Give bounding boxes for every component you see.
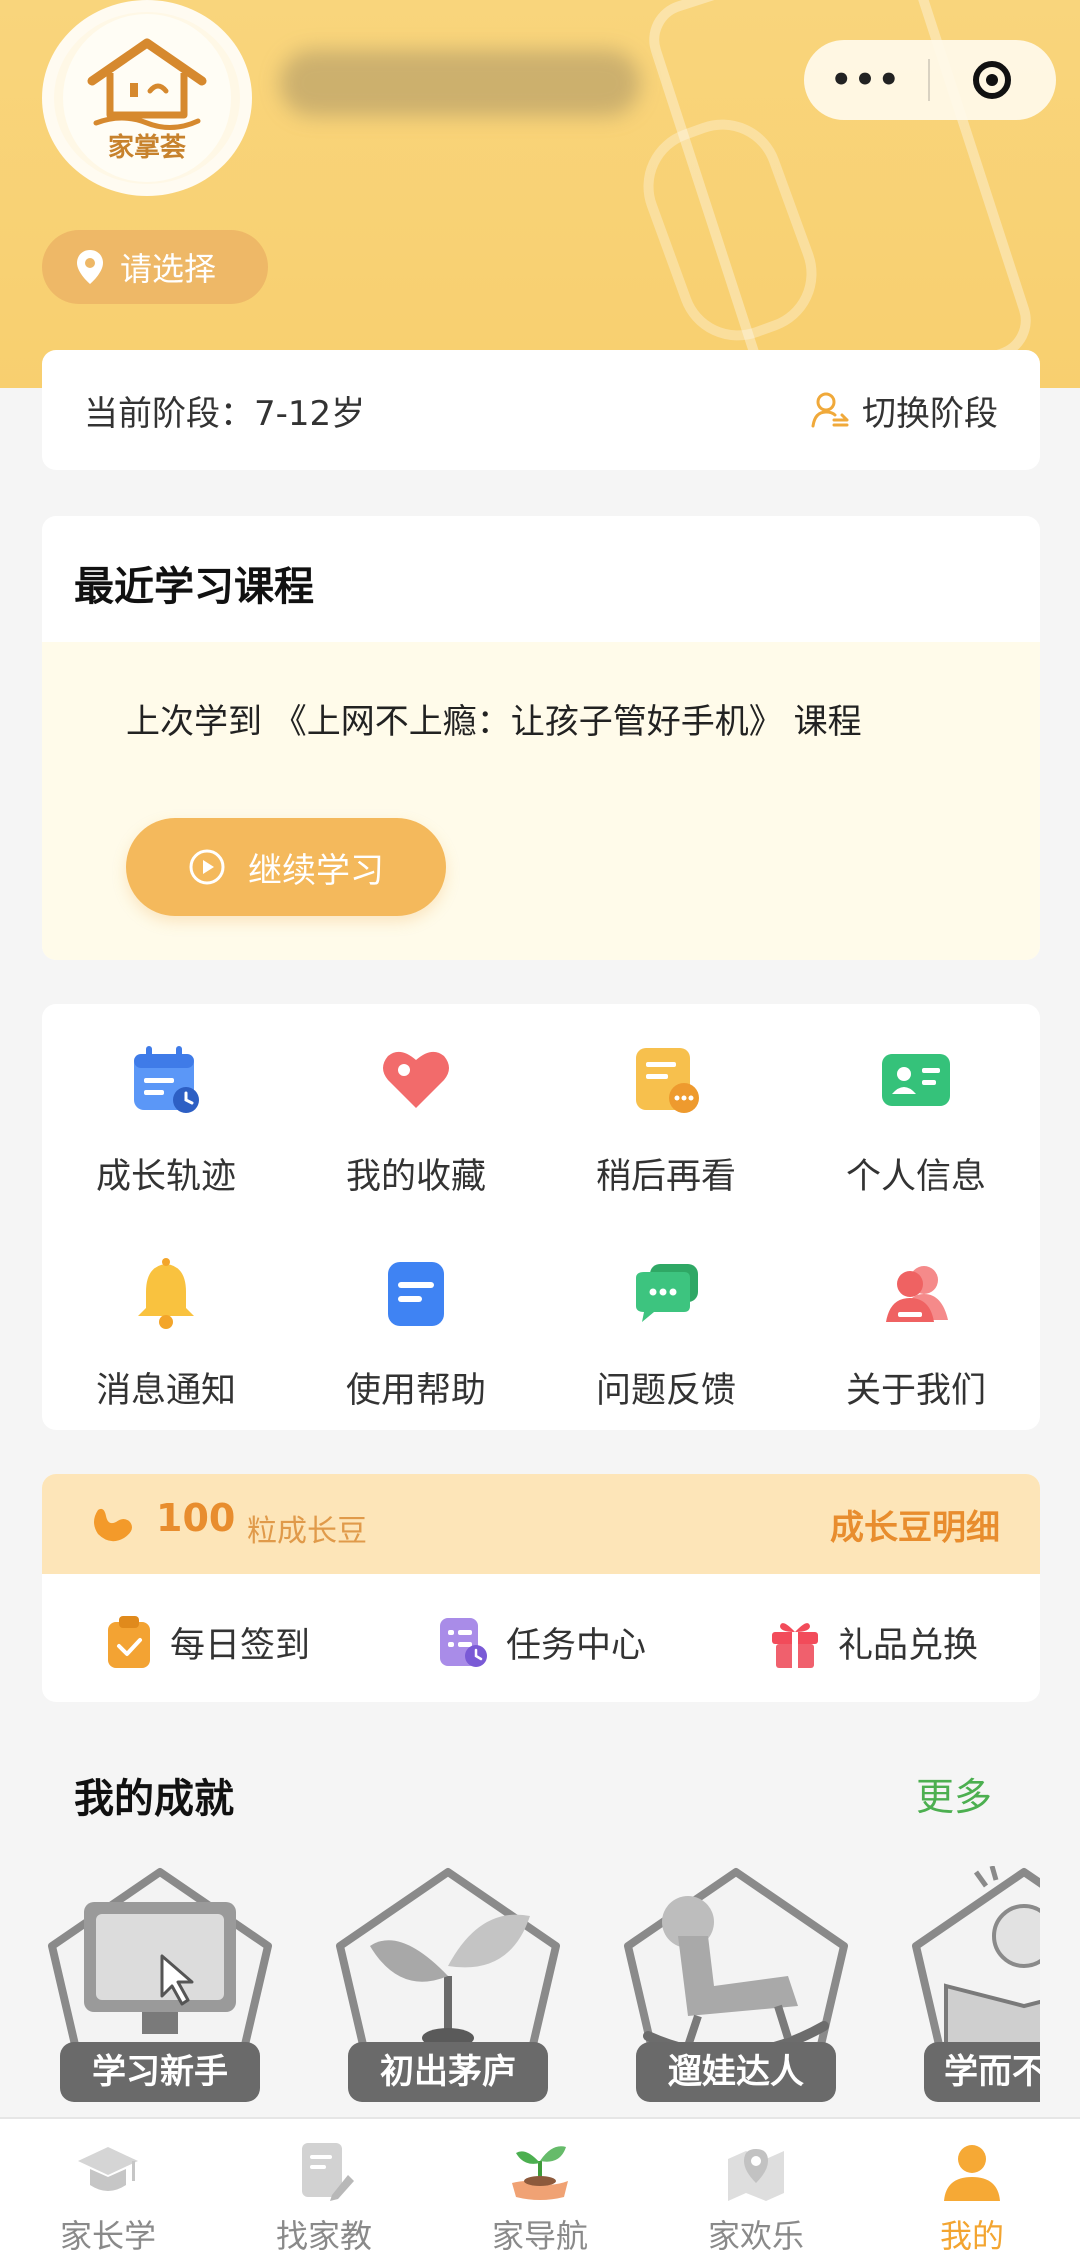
menu-item-feedback[interactable]: 问题反馈: [566, 1254, 766, 1413]
bean-icon: [94, 1508, 132, 1542]
task-list-icon: [440, 1618, 487, 1667]
switch-stage-button[interactable]: 切换阶段: [810, 386, 998, 435]
house-icon: [87, 38, 207, 130]
graduation-cap-icon: [78, 2147, 138, 2191]
growth-beans-detail-link[interactable]: 成长豆明细: [830, 1500, 1000, 1549]
switch-stage-label: 切换阶段: [862, 393, 998, 434]
target-icon: [973, 61, 1011, 99]
tab-mine[interactable]: 我的: [864, 2119, 1080, 2259]
menu-item-personal-info[interactable]: 个人信息: [816, 1040, 1016, 1199]
close-miniprogram-button[interactable]: [930, 61, 1054, 99]
menu-item-label: 问题反馈: [595, 1371, 736, 1411]
achievement-badge[interactable]: 学习新手: [42, 1866, 278, 2106]
recent-course-title: 最近学习课程: [74, 564, 314, 610]
menu-item-label: 我的收藏: [345, 1157, 486, 1197]
location-label: 请选择: [120, 250, 217, 288]
current-stage-text: 当前阶段：7-12岁: [84, 393, 366, 434]
achievement-badge[interactable]: 初出茅庐: [330, 1866, 566, 2106]
tab-home-navigation[interactable]: 家导航: [432, 2119, 648, 2259]
sprout-hand-icon: [512, 2146, 568, 2200]
tab-find-tutor[interactable]: 找家教: [216, 2119, 432, 2259]
clipboard-check-icon: [108, 1616, 150, 1668]
daily-checkin-label: 每日签到: [170, 1625, 311, 1666]
growth-beans-bar: 100 粒成长豆 成长豆明细: [42, 1474, 1040, 1574]
menu-item-about-us[interactable]: 关于我们: [816, 1254, 1016, 1413]
task-center-button[interactable]: 任务中心: [436, 1614, 646, 1670]
menu-item-favorites[interactable]: 我的收藏: [316, 1040, 516, 1199]
continue-learning-button[interactable]: 继续学习: [126, 818, 446, 916]
bell-icon: [126, 1254, 206, 1334]
username-blurred: [280, 50, 640, 116]
tab-label: 我的: [939, 2217, 1004, 2255]
tab-parent-learning[interactable]: 家长学: [0, 2119, 216, 2259]
growth-beans-unit: 粒成长豆: [247, 1514, 367, 1549]
menu-item-label: 成长轨迹: [95, 1157, 236, 1197]
growth-beans-card: 100 粒成长豆 成长豆明细 每日签到 任务中心 礼品兑换: [42, 1474, 1040, 1702]
play-circle-icon: [189, 849, 225, 885]
chat-bubble-icon: [626, 1254, 706, 1334]
stage-card: 当前阶段：7-12岁 切换阶段: [42, 350, 1040, 470]
continue-learning-label: 继续学习: [248, 850, 384, 891]
daily-checkin-button[interactable]: 每日签到: [104, 1614, 310, 1670]
tab-label: 找家教: [275, 2217, 372, 2255]
recent-course-card: 最近学习课程 上次学到 《上网不上瘾：让孩子管好手机》 课程 继续学习: [42, 516, 1040, 960]
gift-icon: [772, 1623, 818, 1668]
menu-item-notifications[interactable]: 消息通知: [66, 1254, 266, 1413]
badge-label: 学习新手: [60, 2042, 260, 2102]
note-later-icon: [626, 1040, 706, 1120]
achievements-title: 我的成就: [74, 1776, 234, 1822]
tab-label: 家长学: [59, 2217, 156, 2255]
user-switch-icon: [811, 392, 849, 428]
gift-exchange-label: 礼品兑换: [838, 1625, 979, 1666]
map-pin-icon: [728, 2149, 784, 2201]
document-pen-icon: [302, 2143, 354, 2201]
achievement-badge[interactable]: 遛娃达人: [618, 1866, 854, 2106]
person-icon: [944, 2145, 1000, 2201]
growth-beans-count: 100: [156, 1496, 236, 1540]
location-pin-icon: [77, 250, 103, 284]
menu-item-label: 使用帮助: [345, 1371, 486, 1411]
menu-item-growth-track[interactable]: 成长轨迹: [66, 1040, 266, 1199]
more-menu-button[interactable]: •••: [804, 40, 928, 120]
recent-course-panel: 上次学到 《上网不上瘾：让孩子管好手机》 课程 继续学习: [42, 642, 1040, 960]
id-card-icon: [876, 1040, 956, 1120]
people-icon: [876, 1254, 956, 1334]
location-selector[interactable]: 请选择: [42, 230, 268, 304]
badge-label: 学而不: [924, 2042, 1040, 2102]
badge-label: 初出茅庐: [348, 2042, 548, 2102]
avatar[interactable]: 家掌荟: [42, 0, 252, 196]
gift-exchange-button[interactable]: 礼品兑换: [768, 1614, 978, 1670]
menu-item-watch-later[interactable]: 稍后再看: [566, 1040, 766, 1199]
tab-family-fun[interactable]: 家欢乐: [648, 2119, 864, 2259]
badge-label: 遛娃达人: [636, 2042, 836, 2102]
menu-item-label: 稍后再看: [595, 1157, 736, 1197]
menu-item-label: 个人信息: [845, 1157, 986, 1197]
feature-grid-card: 成长轨迹 我的收藏 稍后再看 个人信息 消息通知 使用帮助 问题反馈 关于我们: [42, 1004, 1040, 1430]
task-center-label: 任务中心: [506, 1625, 647, 1666]
heart-tag-icon: [376, 1040, 456, 1120]
logo-text: 家掌荟: [107, 132, 186, 163]
tab-label: 家欢乐: [707, 2217, 804, 2255]
calendar-icon: [126, 1040, 206, 1120]
achievements-more-link[interactable]: 更多: [916, 1766, 992, 1821]
mini-program-capsule: •••: [804, 40, 1056, 120]
last-learned-text[interactable]: 上次学到 《上网不上瘾：让孩子管好手机》 课程: [126, 694, 862, 743]
menu-item-label: 关于我们: [845, 1371, 986, 1411]
bottom-tab-bar: 家长学 找家教 家导航 家欢乐 我的: [0, 2117, 1080, 2259]
tab-label: 家导航: [491, 2217, 588, 2255]
brand-logo: 家掌荟: [63, 14, 231, 182]
menu-item-help[interactable]: 使用帮助: [316, 1254, 516, 1413]
help-doc-icon: [376, 1254, 456, 1334]
menu-item-label: 消息通知: [95, 1371, 236, 1411]
achievement-badge[interactable]: 学而不: [906, 1866, 1040, 2106]
